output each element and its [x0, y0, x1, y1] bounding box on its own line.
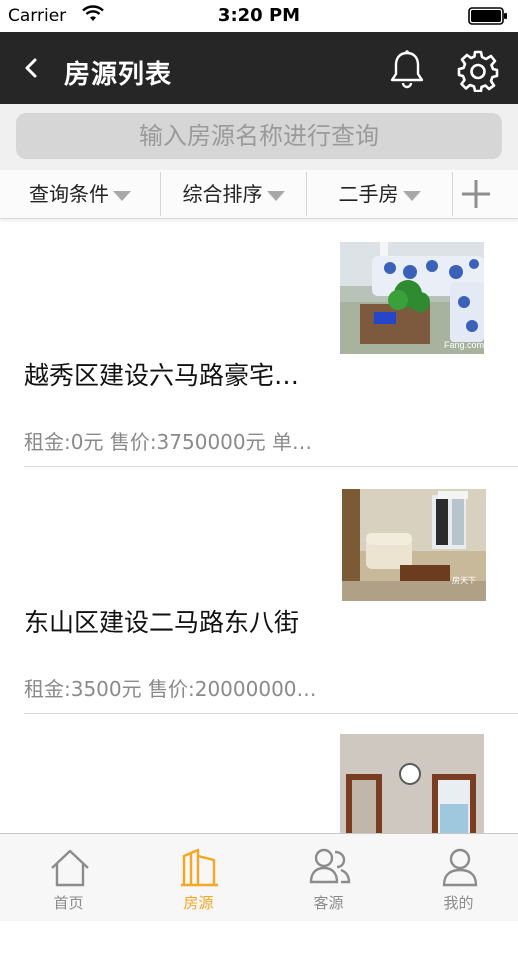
- tab-home[interactable]: 首页: [4, 834, 133, 921]
- clock: 3:20 PM: [217, 5, 301, 26]
- bell-icon[interactable]: [386, 48, 428, 90]
- user-icon: [442, 848, 478, 887]
- filter-sort[interactable]: 综合排序: [161, 170, 306, 218]
- divider: [452, 172, 453, 216]
- filter-bar: 查询条件 综合排序 二手房: [0, 170, 518, 219]
- tab-clients[interactable]: 客源: [264, 834, 393, 921]
- page-title: 房源列表: [64, 60, 173, 90]
- dropdown-triangle-icon: [113, 190, 131, 201]
- tab-profile[interactable]: 我的: [394, 834, 518, 921]
- tab-bar: 首页 房源 客源 我的: [0, 833, 518, 921]
- add-icon[interactable]: [458, 178, 494, 210]
- battery-icon: [468, 7, 507, 25]
- listing-price: 租金:0元 售价:3750000元 单…: [24, 430, 312, 454]
- listing-price: 租金:3500元 售价:20000000…: [24, 677, 317, 701]
- list-item[interactable]: Fang.com 越秀区建设六马路豪宅… 租金:0元 售价:3750000元 单…: [24, 220, 518, 467]
- filter-label: 综合排序: [182, 182, 263, 206]
- filter-label: 查询条件: [29, 182, 109, 206]
- list-item[interactable]: 房天下 东山区建设二马路东八街 租金:3500元 售价:20000000…: [24, 467, 518, 714]
- filter-house-type[interactable]: 二手房: [307, 170, 452, 218]
- tab-label: 客源: [313, 894, 344, 912]
- gear-icon[interactable]: [456, 48, 500, 92]
- svg-text:Fang.com: Fang.com: [444, 340, 484, 350]
- search-area: 输入房源名称进行查询: [0, 104, 518, 170]
- listing-name: 东山区建设二马路东八街: [24, 608, 300, 637]
- listing-name: 越秀区建设六马路豪宅…: [24, 361, 300, 390]
- home-icon: [51, 849, 89, 887]
- svg-text:房天下: 房天下: [452, 575, 476, 585]
- house-photo: 房天下: [342, 489, 486, 601]
- search-input[interactable]: 输入房源名称进行查询: [16, 113, 502, 159]
- nav-bar: 房源列表: [0, 32, 518, 104]
- house-photo: Fang.com: [340, 242, 484, 354]
- dropdown-triangle-icon: [402, 190, 421, 201]
- dropdown-triangle-icon: [266, 190, 285, 201]
- tab-label: 房源: [183, 894, 214, 912]
- status-bar: Carrier 3:20 PM: [0, 0, 518, 32]
- house-photo: [340, 734, 484, 834]
- filter-query-conditions[interactable]: 查询条件: [0, 170, 160, 218]
- clients-icon: [309, 848, 351, 884]
- tab-listings[interactable]: 房源: [134, 834, 263, 921]
- building-icon: [181, 848, 218, 887]
- back-icon[interactable]: [18, 54, 46, 82]
- filter-label: 二手房: [338, 182, 399, 206]
- tab-label: 首页: [53, 894, 84, 912]
- tab-label: 我的: [443, 894, 474, 912]
